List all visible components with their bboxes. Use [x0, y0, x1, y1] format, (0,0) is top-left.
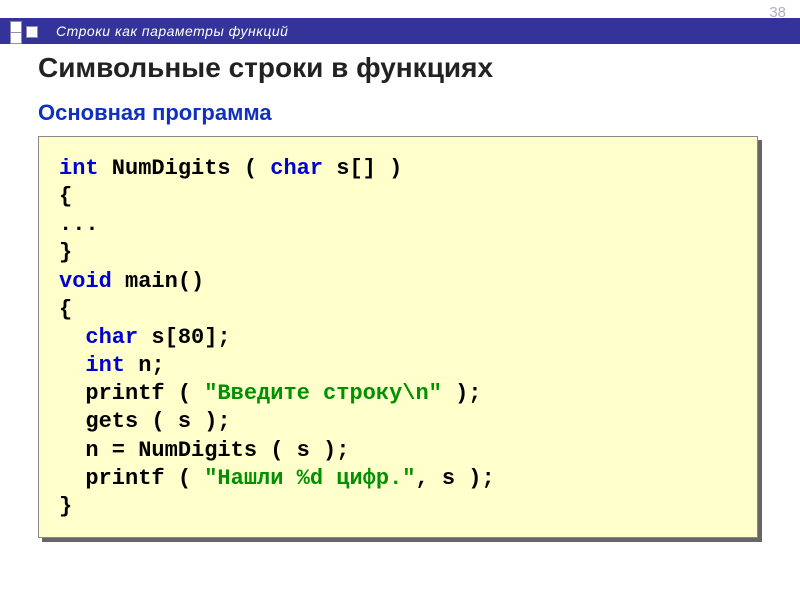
- code-text: gets ( s );: [85, 409, 230, 434]
- decorative-bullets-icon: [0, 18, 56, 44]
- section-subheading: Основная программа: [38, 100, 272, 126]
- code-keyword: char: [85, 325, 138, 350]
- code-text: s[] ): [323, 156, 402, 181]
- code-text: n;: [125, 353, 165, 378]
- page-number: 38: [769, 4, 786, 21]
- code-text: printf (: [85, 381, 204, 406]
- code-string: "Нашли %d цифр.": [204, 466, 415, 491]
- code-text: }: [59, 240, 72, 265]
- code-keyword: void: [59, 269, 112, 294]
- code-text: }: [59, 494, 72, 519]
- page-title: Символьные строки в функциях: [38, 52, 493, 84]
- code-text: {: [59, 184, 72, 209]
- code-text: );: [442, 381, 482, 406]
- code-string: "Введите строку\n": [204, 381, 442, 406]
- code-text: printf (: [85, 466, 204, 491]
- code-keyword: char: [270, 156, 323, 181]
- code-keyword: int: [59, 156, 99, 181]
- slide: Строки как параметры функций 38 Символьн…: [0, 0, 800, 600]
- code-text: {: [59, 297, 72, 322]
- code-text: n = NumDigits ( s );: [85, 438, 349, 463]
- code-keyword: int: [85, 353, 125, 378]
- banner-title: Строки как параметры функций: [56, 23, 288, 39]
- code-text: main(): [112, 269, 204, 294]
- code-block: int NumDigits ( char s[] ) { ... } void …: [38, 136, 758, 538]
- code-text: ...: [59, 212, 99, 237]
- code-text: , s );: [415, 466, 494, 491]
- code-text: s[80];: [138, 325, 230, 350]
- title-banner: Строки как параметры функций 38: [0, 18, 800, 44]
- code-text: NumDigits (: [99, 156, 271, 181]
